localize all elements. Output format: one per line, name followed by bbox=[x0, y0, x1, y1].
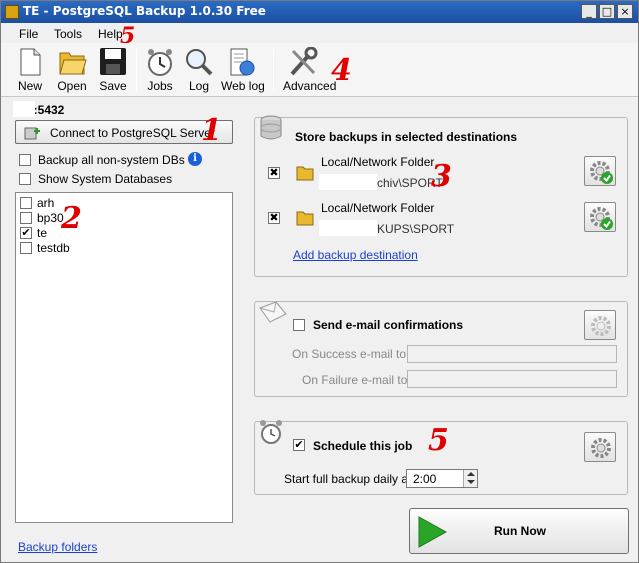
toolbar-separator bbox=[136, 49, 137, 91]
annotation-2: 2 bbox=[61, 201, 82, 236]
open-label: Open bbox=[57, 79, 87, 93]
title-bar[interactable]: TE - PostgreSQL Backup 1.0.30 Free _ □ × bbox=[1, 1, 638, 23]
play-arrow-icon bbox=[418, 516, 448, 548]
schedule-settings-button[interactable] bbox=[584, 432, 616, 462]
start-time-label: Start full backup daily at: bbox=[284, 472, 415, 486]
destination-type: Local/Network Folder bbox=[321, 155, 435, 169]
alarm-clock-icon bbox=[148, 49, 172, 76]
backup-all-label: Backup all non-system DBs bbox=[38, 153, 185, 167]
destination-checkbox[interactable]: ✖ bbox=[268, 212, 280, 224]
advanced-button[interactable]: Advanced bbox=[283, 47, 337, 95]
time-spin-buttons[interactable] bbox=[463, 470, 477, 487]
email-settings-button[interactable] bbox=[584, 310, 616, 340]
gear-check-icon bbox=[590, 207, 613, 230]
floppy-disk-icon bbox=[100, 48, 126, 75]
close-button[interactable]: × bbox=[617, 4, 633, 19]
weblog-label: Web log bbox=[221, 79, 265, 93]
email-title: Send e-mail confirmations bbox=[313, 318, 464, 332]
new-label: New bbox=[17, 79, 42, 93]
app-window: TE - PostgreSQL Backup 1.0.30 Free _ □ ×… bbox=[0, 0, 639, 563]
connect-button-label: Connect to PostgreSQL Server bbox=[50, 126, 215, 140]
new-document-icon bbox=[20, 48, 41, 76]
info-icon[interactable]: i bbox=[188, 152, 202, 166]
db-checkbox[interactable] bbox=[20, 242, 32, 254]
toolbar: New Open Save Jobs Log Web log Advanced bbox=[1, 43, 638, 97]
database-stack-icon bbox=[260, 115, 282, 140]
folder-icon bbox=[296, 211, 314, 226]
redacted-area bbox=[319, 220, 377, 236]
envelope-icon bbox=[259, 301, 287, 323]
annotation-1: 1 bbox=[201, 113, 222, 148]
window-title: TE - PostgreSQL Backup 1.0.30 Free bbox=[23, 4, 266, 18]
add-destination-link[interactable]: Add backup destination bbox=[293, 248, 418, 262]
spin-down-icon[interactable] bbox=[467, 480, 475, 484]
maximize-button[interactable]: □ bbox=[599, 4, 615, 19]
spin-up-icon[interactable] bbox=[467, 472, 475, 476]
failure-email-label: On Failure e-mail to: bbox=[302, 373, 411, 387]
annotation-3: 3 bbox=[431, 159, 452, 194]
menu-bar: File Tools Help bbox=[1, 23, 638, 43]
backup-folders-link[interactable]: Backup folders bbox=[18, 540, 97, 554]
gear-icon bbox=[591, 438, 611, 458]
advanced-label: Advanced bbox=[283, 79, 337, 93]
email-group: Send e-mail confirmations On Success e-m… bbox=[254, 301, 628, 397]
open-folder-icon bbox=[59, 52, 87, 75]
log-button[interactable]: Log bbox=[179, 47, 219, 95]
minimize-button[interactable]: _ bbox=[581, 4, 597, 19]
run-now-label: Run Now bbox=[494, 524, 546, 538]
destination-checkbox[interactable]: ✖ bbox=[268, 167, 280, 179]
backup-all-checkbox[interactable] bbox=[19, 154, 31, 166]
menu-file[interactable]: File bbox=[19, 27, 38, 41]
web-log-icon bbox=[230, 48, 255, 76]
folder-icon bbox=[296, 166, 314, 181]
db-name: bp30 bbox=[37, 211, 64, 225]
destination-path: KUPS\SPORT bbox=[377, 222, 455, 236]
start-time-value: 2:00 bbox=[413, 472, 437, 486]
redacted-area bbox=[13, 101, 35, 117]
redacted-area bbox=[319, 174, 377, 190]
annotation-4: 4 bbox=[331, 53, 352, 88]
show-system-label: Show System Databases bbox=[38, 172, 173, 186]
menu-tools[interactable]: Tools bbox=[54, 27, 82, 41]
jobs-button[interactable]: Jobs bbox=[140, 47, 180, 95]
email-checkbox[interactable] bbox=[293, 319, 305, 331]
schedule-checkbox[interactable]: ✔ bbox=[293, 439, 305, 451]
magnifier-icon bbox=[186, 49, 213, 76]
destination-type: Local/Network Folder bbox=[321, 201, 435, 215]
destinations-title: Store backups in selected destinations bbox=[295, 130, 518, 144]
destination-settings-button[interactable] bbox=[584, 156, 616, 186]
db-name: te bbox=[37, 226, 48, 240]
schedule-title: Schedule this job bbox=[313, 439, 413, 453]
jobs-label: Jobs bbox=[147, 79, 173, 93]
new-button[interactable]: New bbox=[10, 47, 50, 95]
menu-help[interactable]: Help bbox=[98, 27, 123, 41]
db-checkbox[interactable]: ✔ bbox=[20, 227, 32, 239]
weblog-button[interactable]: Web log bbox=[221, 47, 265, 95]
start-time-stepper[interactable]: 2:00 bbox=[406, 469, 478, 488]
gear-check-icon bbox=[590, 161, 613, 184]
db-name: testdb bbox=[37, 241, 70, 255]
alarm-clock-icon bbox=[260, 420, 282, 444]
toolbar-separator bbox=[273, 49, 274, 91]
log-label: Log bbox=[188, 79, 210, 93]
destinations-group: Store backups in selected destinations ✖… bbox=[254, 115, 628, 277]
success-email-input[interactable] bbox=[407, 345, 617, 363]
db-checkbox[interactable] bbox=[20, 212, 32, 224]
run-now-button[interactable]: Run Now bbox=[409, 508, 629, 554]
tools-wrench-icon bbox=[290, 47, 318, 76]
annotation-5: 5 bbox=[428, 423, 449, 458]
db-name: arh bbox=[37, 196, 55, 210]
database-list[interactable]: arh bp30 ✔ te testdb bbox=[15, 192, 233, 523]
db-checkbox[interactable] bbox=[20, 197, 32, 209]
failure-email-input[interactable] bbox=[407, 370, 617, 388]
gear-icon bbox=[591, 316, 611, 336]
show-system-checkbox[interactable] bbox=[19, 173, 31, 185]
open-button[interactable]: Open bbox=[52, 47, 92, 95]
destination-settings-button[interactable] bbox=[584, 202, 616, 232]
save-label: Save bbox=[99, 79, 127, 93]
save-button[interactable]: Save bbox=[93, 47, 133, 95]
database-plug-icon bbox=[24, 127, 40, 140]
success-email-label: On Success e-mail to: bbox=[292, 347, 410, 361]
app-icon bbox=[5, 5, 19, 19]
